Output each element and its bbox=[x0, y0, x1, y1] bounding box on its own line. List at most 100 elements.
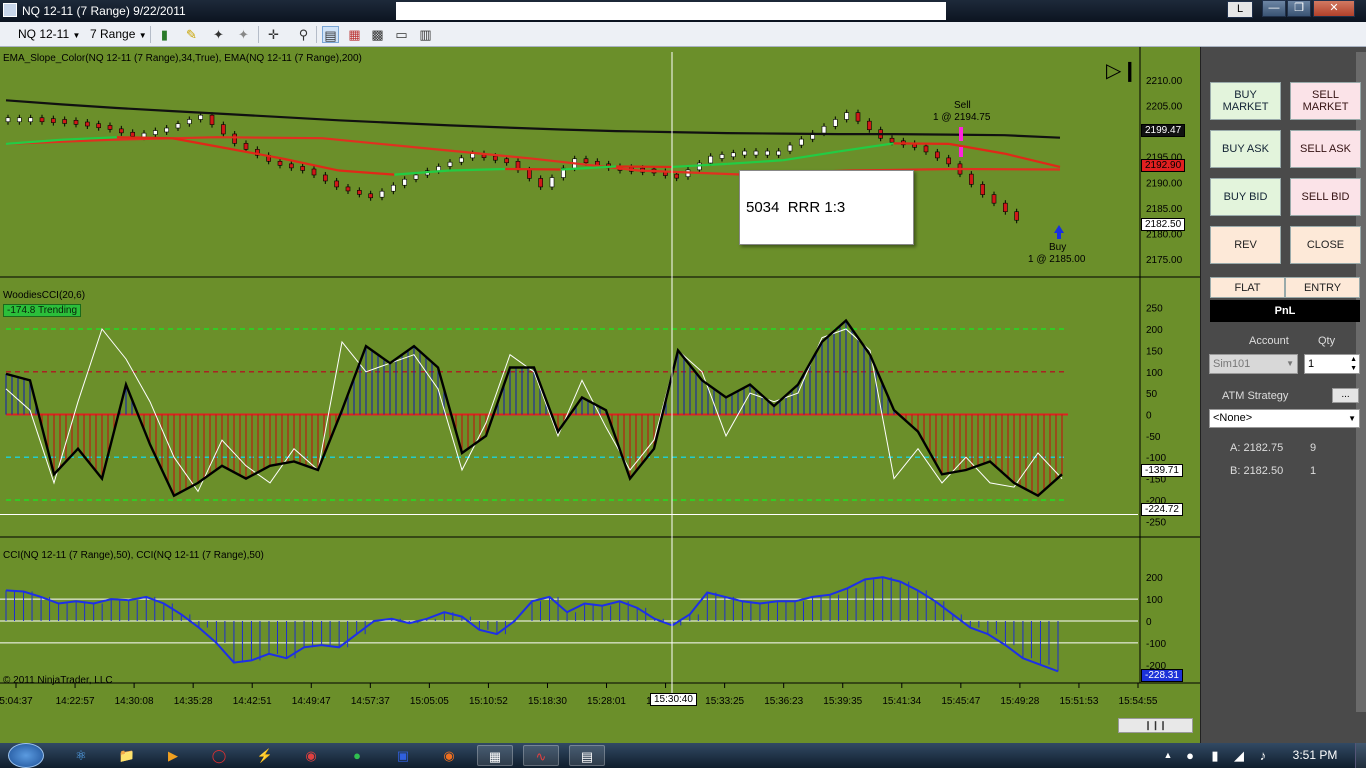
sell-marker-detail: 1 @ 2194.75 bbox=[933, 112, 991, 123]
cci2-tick-label: 100 bbox=[1146, 595, 1163, 606]
app-bolt-icon[interactable]: ⚡ bbox=[247, 745, 283, 766]
volume-icon[interactable]: ♪ bbox=[1253, 745, 1273, 766]
firefox-icon[interactable]: ◉ bbox=[431, 745, 467, 766]
ema34-segment bbox=[782, 150, 839, 162]
time-axis-label: 15:05:05 bbox=[410, 696, 449, 707]
entry-button[interactable]: ENTRY bbox=[1285, 277, 1360, 298]
buy-ask-button[interactable]: BUY ASK bbox=[1210, 130, 1281, 168]
ema34-segment bbox=[449, 167, 506, 172]
price-candle bbox=[765, 150, 770, 156]
show-desktop-button[interactable] bbox=[1355, 743, 1366, 768]
buy-market-button[interactable]: BUY MARKET bbox=[1210, 82, 1281, 120]
sell-ask-button[interactable]: SELL ASK bbox=[1290, 130, 1361, 168]
zoom-icon[interactable]: ⚲ bbox=[295, 26, 312, 43]
window-title: NQ 12-11 (7 Range) 9/22/2011 bbox=[22, 4, 186, 18]
time-axis-label: 14:30:08 bbox=[115, 696, 154, 707]
bar-type-icon[interactable]: ▮ bbox=[156, 26, 173, 43]
price-tick-label: 2190.00 bbox=[1146, 178, 1183, 189]
app-red-icon[interactable]: ◯ bbox=[201, 745, 237, 766]
atm-strategy-select[interactable]: <None> ▼ bbox=[1209, 409, 1360, 428]
bid-price-label: B: 2182.50 bbox=[1230, 465, 1284, 477]
chart-trader-icon[interactable]: ▤ bbox=[322, 26, 339, 43]
taskbar-app-windows[interactable]: ▦ bbox=[477, 745, 513, 766]
copyright-text: © 2011 NinjaTrader, LLC bbox=[3, 675, 113, 686]
text-note-box[interactable]: 5034 RRR 1:3 bbox=[739, 170, 914, 245]
time-axis-label: 14:49:47 bbox=[292, 696, 331, 707]
price-candle bbox=[5, 117, 11, 123]
price-candle bbox=[776, 150, 781, 156]
internet-explorer-icon[interactable]: ⚛ bbox=[63, 745, 99, 766]
file-explorer-icon[interactable]: 📁 bbox=[109, 745, 145, 766]
ema34-segment bbox=[394, 169, 450, 176]
price-candle bbox=[549, 177, 555, 188]
data-box-icon[interactable]: ▭ bbox=[393, 26, 410, 43]
link-button[interactable]: L bbox=[1227, 1, 1253, 18]
price-candle bbox=[323, 174, 328, 182]
time-axis-label: 15:51:53 bbox=[1059, 696, 1098, 707]
indicators-icon[interactable]: ▦ bbox=[346, 26, 363, 43]
media-player-icon[interactable]: ▶ bbox=[155, 745, 191, 766]
sell-bid-button[interactable]: SELL BID bbox=[1290, 178, 1361, 216]
chevron-down-icon: ▼ bbox=[1286, 359, 1294, 368]
properties-icon[interactable]: ▥ bbox=[417, 26, 434, 43]
period-selector[interactable]: 7 Range ▼ bbox=[90, 25, 147, 44]
quantity-stepper[interactable]: 1 ▲ ▼ bbox=[1304, 354, 1360, 374]
crosshair-icon[interactable]: ✛ bbox=[265, 26, 282, 43]
close-position-button[interactable]: CLOSE bbox=[1290, 226, 1361, 264]
cci-tick-label: -250 bbox=[1146, 517, 1166, 528]
price-candle bbox=[436, 166, 441, 172]
hide-drawings-icon[interactable]: ✦ bbox=[235, 26, 252, 43]
strategies-icon[interactable]: ▩ bbox=[369, 26, 386, 43]
time-axis-label: 15:54:55 bbox=[1119, 696, 1158, 707]
last-price-badge: 2182.50 bbox=[1141, 218, 1186, 231]
price-candle bbox=[96, 123, 101, 129]
cci-tick-label: -100 bbox=[1146, 453, 1166, 464]
ema34-segment bbox=[893, 142, 950, 145]
time-axis-label: 15:10:52 bbox=[469, 696, 508, 707]
draw-tools-icon[interactable]: ✦ bbox=[210, 26, 227, 43]
price-tick-label: 2205.00 bbox=[1146, 101, 1183, 112]
price-candle bbox=[243, 143, 249, 150]
time-axis-label: 15:36:23 bbox=[764, 696, 803, 707]
atm-settings-button[interactable]: ... bbox=[1332, 388, 1359, 403]
sell-arrow-marker bbox=[959, 147, 963, 157]
time-axis-label: 15:18:30 bbox=[528, 696, 567, 707]
buy-bid-button[interactable]: BUY BID bbox=[1210, 178, 1281, 216]
minimize-icon[interactable]: — bbox=[1262, 0, 1286, 17]
sell-marker-label: Sell bbox=[954, 100, 971, 111]
cci2-tick-label: 0 bbox=[1146, 617, 1152, 628]
price-candle bbox=[187, 119, 192, 125]
pencil-icon[interactable]: ✎ bbox=[183, 26, 200, 43]
account-select[interactable]: Sim101 ▼ bbox=[1209, 354, 1298, 374]
taskbar-app-window[interactable]: ▤ bbox=[569, 745, 605, 766]
price-candle bbox=[402, 178, 407, 186]
maximize-icon[interactable]: ❐ bbox=[1287, 0, 1311, 17]
taskbar-ninjatrader[interactable]: ∿ bbox=[523, 745, 559, 766]
price-candle bbox=[300, 166, 305, 171]
trend-badge: -174.8 Trending bbox=[3, 304, 82, 317]
start-button-icon[interactable] bbox=[8, 743, 44, 768]
app-green-icon[interactable]: ● bbox=[339, 745, 375, 766]
price-candle bbox=[821, 125, 827, 134]
sell-market-button[interactable]: SELL MARKET bbox=[1290, 82, 1361, 120]
tray-action-center-icon[interactable]: ● bbox=[1180, 745, 1200, 766]
buy-marker-label: Buy bbox=[1049, 242, 1067, 253]
cci-tick-label: 250 bbox=[1146, 304, 1163, 315]
save-icon[interactable]: ▣ bbox=[385, 745, 421, 766]
app-target-icon[interactable]: ◉ bbox=[293, 745, 329, 766]
close-icon[interactable]: ✕ bbox=[1313, 0, 1355, 17]
price-candle bbox=[73, 120, 79, 125]
flat-button[interactable]: FLAT bbox=[1210, 277, 1285, 298]
time-axis-label: 15:45:47 bbox=[941, 696, 980, 707]
ema34-segment bbox=[1004, 152, 1061, 169]
clock[interactable]: 3:51 PM bbox=[1285, 745, 1345, 766]
reverse-button[interactable]: REV bbox=[1210, 226, 1281, 264]
chart-area[interactable]: 2210.002205.002200.002195.002190.002185.… bbox=[0, 47, 1200, 717]
signal-icon[interactable]: ◢ bbox=[1229, 745, 1249, 766]
price-candle bbox=[413, 174, 419, 180]
battery-icon[interactable]: ▮ bbox=[1205, 745, 1225, 766]
horizontal-scrollbar[interactable]: ❙❙❙ bbox=[1118, 718, 1193, 733]
price-candle bbox=[674, 173, 679, 179]
price-candle bbox=[493, 155, 498, 161]
instrument-selector[interactable]: NQ 12-11 ▼ bbox=[18, 25, 80, 44]
